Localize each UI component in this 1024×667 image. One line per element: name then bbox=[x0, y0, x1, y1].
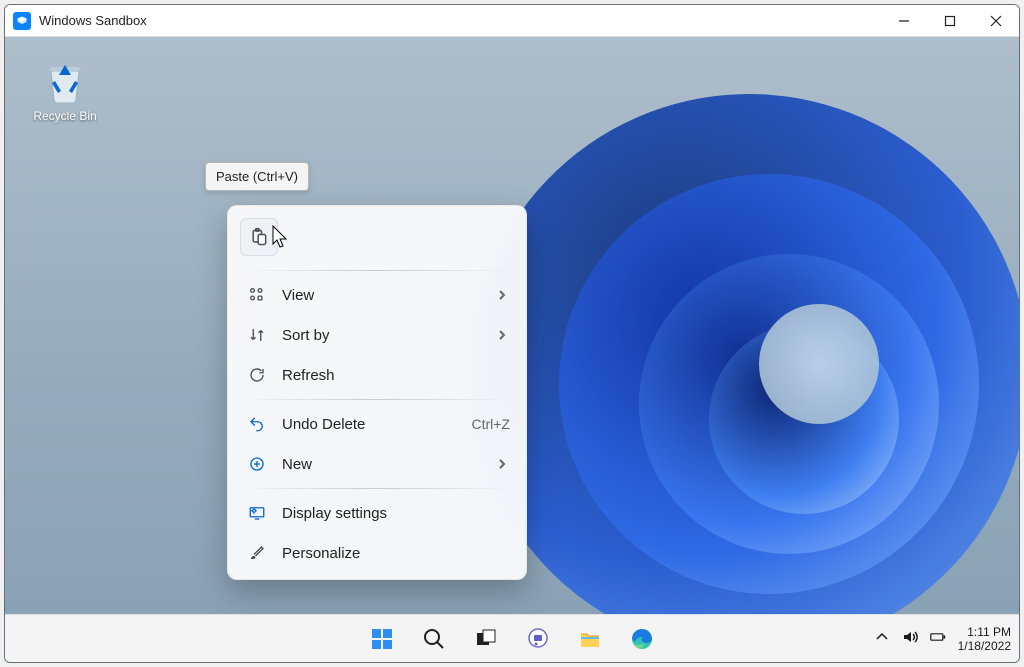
sandbox-window: Windows Sandbox bbox=[4, 4, 1020, 663]
battery-icon[interactable] bbox=[930, 629, 946, 650]
close-button[interactable] bbox=[973, 5, 1019, 37]
menu-item-accelerator: Ctrl+Z bbox=[472, 416, 511, 432]
menu-item-view[interactable]: View bbox=[234, 275, 520, 315]
paste-button[interactable] bbox=[240, 218, 278, 256]
recycle-bin-label: Recycle Bin bbox=[25, 109, 105, 123]
desktop-context-menu: View Sort by Refresh Undo Delete Ctrl+Z bbox=[227, 205, 527, 580]
titlebar: Windows Sandbox bbox=[5, 5, 1019, 37]
edge-icon bbox=[630, 627, 654, 651]
windows-logo-icon bbox=[370, 627, 394, 651]
menu-separator bbox=[240, 488, 514, 489]
system-tray: 1:11 PM 1/18/2022 bbox=[874, 615, 1011, 663]
maximize-button[interactable] bbox=[927, 5, 973, 37]
clipboard-icon bbox=[249, 227, 269, 247]
sort-icon bbox=[244, 326, 270, 344]
minimize-button[interactable] bbox=[881, 5, 927, 37]
desktop[interactable]: Recycle Bin Paste (Ctrl+V) View bbox=[5, 37, 1019, 614]
menu-item-label: New bbox=[282, 456, 494, 473]
search-button[interactable] bbox=[412, 619, 456, 659]
menu-item-undo-delete[interactable]: Undo Delete Ctrl+Z bbox=[234, 404, 520, 444]
menu-separator bbox=[240, 399, 514, 400]
chevron-right-icon bbox=[494, 290, 510, 300]
task-view-icon bbox=[474, 627, 498, 651]
window-title: Windows Sandbox bbox=[39, 13, 147, 28]
chat-button[interactable] bbox=[516, 619, 560, 659]
menu-item-refresh[interactable]: Refresh bbox=[234, 355, 520, 395]
menu-item-label: Display settings bbox=[282, 505, 510, 522]
start-button[interactable] bbox=[360, 619, 404, 659]
recycle-bin-icon bbox=[41, 57, 89, 105]
tray-chevron-up-icon[interactable] bbox=[874, 629, 890, 650]
taskbar: 1:11 PM 1/18/2022 bbox=[5, 614, 1019, 662]
taskbar-center bbox=[360, 619, 664, 659]
menu-item-label: Personalize bbox=[282, 545, 510, 562]
file-explorer-button[interactable] bbox=[568, 619, 612, 659]
recycle-bin[interactable]: Recycle Bin bbox=[25, 57, 105, 123]
menu-item-personalize[interactable]: Personalize bbox=[234, 533, 520, 573]
edge-button[interactable] bbox=[620, 619, 664, 659]
refresh-icon bbox=[244, 366, 270, 384]
time-text: 1:11 PM bbox=[958, 625, 1011, 639]
search-icon bbox=[422, 627, 446, 651]
task-view-button[interactable] bbox=[464, 619, 508, 659]
menu-item-label: View bbox=[282, 287, 494, 304]
date-text: 1/18/2022 bbox=[958, 639, 1011, 653]
plus-circle-icon bbox=[244, 455, 270, 473]
paste-tooltip: Paste (Ctrl+V) bbox=[205, 162, 309, 191]
grid-icon bbox=[244, 286, 270, 304]
menu-item-display-settings[interactable]: Display settings bbox=[234, 493, 520, 533]
clock[interactable]: 1:11 PM 1/18/2022 bbox=[958, 625, 1011, 653]
volume-icon[interactable] bbox=[902, 629, 918, 650]
menu-item-new[interactable]: New bbox=[234, 444, 520, 484]
sandbox-app-icon bbox=[13, 12, 31, 30]
menu-item-label: Sort by bbox=[282, 327, 494, 344]
chevron-right-icon bbox=[494, 459, 510, 469]
chevron-right-icon bbox=[494, 330, 510, 340]
menu-item-label: Undo Delete bbox=[282, 416, 472, 433]
brush-icon bbox=[244, 544, 270, 562]
menu-item-sort-by[interactable]: Sort by bbox=[234, 315, 520, 355]
folder-icon bbox=[578, 627, 602, 651]
menu-item-label: Refresh bbox=[282, 367, 510, 384]
menu-separator bbox=[240, 270, 514, 271]
chat-icon bbox=[526, 627, 550, 651]
display-settings-icon bbox=[244, 504, 270, 522]
undo-icon bbox=[244, 415, 270, 433]
